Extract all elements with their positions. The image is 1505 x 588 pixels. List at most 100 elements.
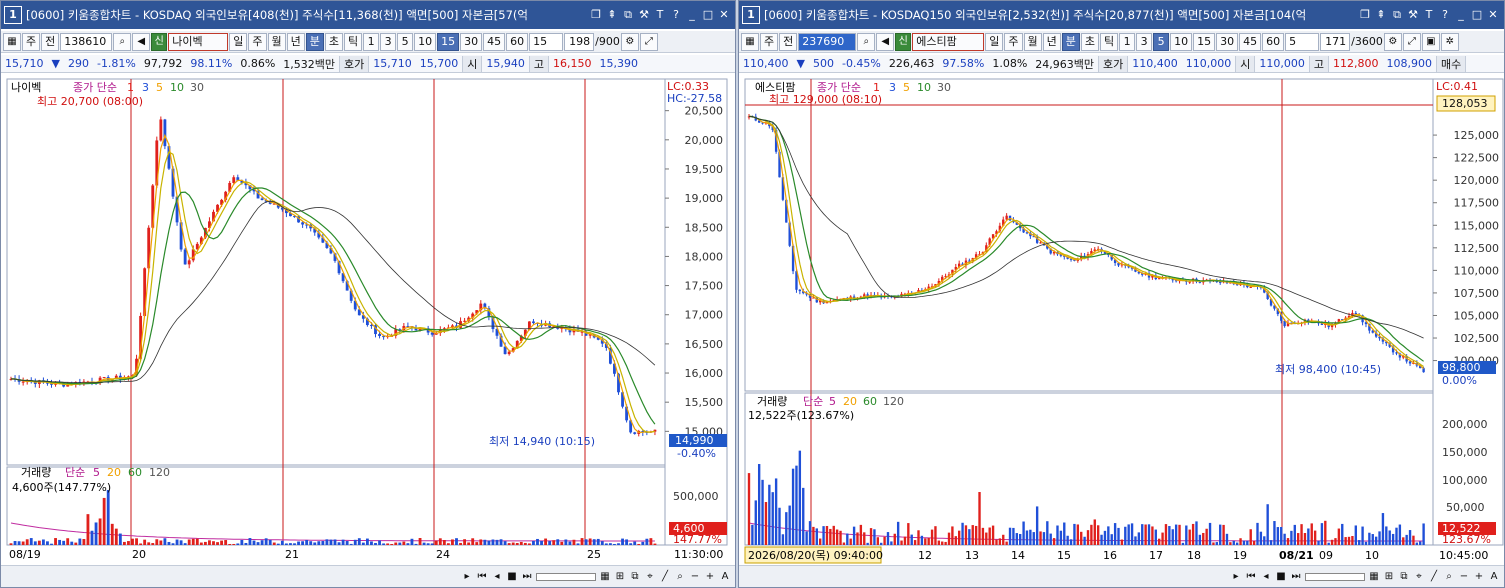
- settings-icon[interactable]: ⚙: [1383, 32, 1402, 51]
- scroll-right-icon[interactable]: ▸: [1230, 571, 1242, 582]
- copy-icon[interactable]: ⧉: [629, 571, 641, 582]
- line-tool-icon[interactable]: ╱: [1428, 571, 1440, 582]
- grid-icon[interactable]: ▦: [1368, 571, 1380, 582]
- gear-icon[interactable]: ✲: [1440, 32, 1459, 51]
- tool-icon[interactable]: ⚒: [637, 8, 651, 22]
- period-tick[interactable]: 틱: [344, 32, 363, 51]
- minimize-icon[interactable]: _: [685, 8, 699, 22]
- prev-button[interactable]: 전: [41, 32, 60, 51]
- maximize-icon[interactable]: □: [701, 8, 715, 22]
- scroll-right-icon[interactable]: ▸: [461, 571, 473, 582]
- pin-icon[interactable]: ⇞: [605, 8, 619, 22]
- prev-icon[interactable]: ◂: [491, 571, 503, 582]
- period-month[interactable]: 월: [267, 32, 286, 51]
- zoom-icon[interactable]: ⤢: [1402, 32, 1421, 51]
- stop-icon[interactable]: ■: [1275, 571, 1287, 582]
- period-tick[interactable]: 틱: [1100, 32, 1119, 51]
- title-bar-right[interactable]: 1 [0600] 키움종합차트 - KOSDAQ150 외국인보유[2,532(…: [739, 1, 1504, 29]
- minus-icon[interactable]: −: [689, 571, 701, 582]
- count-input[interactable]: 198: [564, 32, 595, 51]
- grid-icon[interactable]: ▦: [599, 571, 611, 582]
- interval-30[interactable]: 30: [1216, 32, 1239, 51]
- interval-select[interactable]: 5: [1285, 32, 1320, 51]
- interval-1[interactable]: 1: [1119, 32, 1136, 51]
- search-icon[interactable]: ⌕: [113, 32, 132, 51]
- crosshair-icon[interactable]: ⌖: [644, 571, 656, 582]
- help-icon[interactable]: ?: [1438, 8, 1452, 22]
- period-second[interactable]: 초: [324, 32, 343, 51]
- interval-10[interactable]: 10: [414, 32, 437, 51]
- line-tool-icon[interactable]: ╱: [659, 571, 671, 582]
- prev-button[interactable]: 전: [779, 32, 798, 51]
- interval-5[interactable]: 5: [1153, 32, 1170, 51]
- interval-15[interactable]: 15: [1193, 32, 1216, 51]
- period-day[interactable]: 일: [985, 32, 1004, 51]
- zoom-slider[interactable]: [536, 572, 596, 581]
- interval-30[interactable]: 30: [460, 32, 483, 51]
- stock-name-field[interactable]: 에스티팜: [912, 32, 985, 51]
- menu-icon[interactable]: ▦: [3, 32, 21, 51]
- interval-60[interactable]: 60: [1262, 32, 1285, 51]
- interval-60[interactable]: 60: [506, 32, 529, 51]
- interval-5[interactable]: 5: [397, 32, 414, 51]
- restore-icon[interactable]: ❐: [589, 8, 603, 22]
- interval-3[interactable]: 3: [1136, 32, 1153, 51]
- interval-45[interactable]: 45: [1239, 32, 1262, 51]
- text-icon[interactable]: A: [1488, 571, 1500, 582]
- interval-3[interactable]: 3: [380, 32, 397, 51]
- period-year[interactable]: 년: [1042, 32, 1061, 51]
- interval-select[interactable]: 15: [529, 32, 564, 51]
- split-icon[interactable]: ⊞: [614, 571, 626, 582]
- copy-icon[interactable]: ⧉: [1398, 571, 1410, 582]
- close-icon[interactable]: ✕: [717, 8, 731, 22]
- forward-icon[interactable]: ⏭: [1290, 571, 1302, 582]
- type-dropdown[interactable]: 주: [22, 32, 41, 51]
- font-icon[interactable]: T: [1422, 8, 1436, 22]
- prev-icon[interactable]: ◂: [1260, 571, 1272, 582]
- font-icon[interactable]: T: [653, 8, 667, 22]
- period-day[interactable]: 일: [229, 32, 248, 51]
- stock-code-input[interactable]: 138610: [60, 32, 113, 51]
- period-year[interactable]: 년: [286, 32, 305, 51]
- help-icon[interactable]: ?: [669, 8, 683, 22]
- interval-10[interactable]: 10: [1170, 32, 1193, 51]
- interval-45[interactable]: 45: [483, 32, 506, 51]
- minus-icon[interactable]: −: [1458, 571, 1470, 582]
- plus-icon[interactable]: +: [1473, 571, 1485, 582]
- crosshair-icon[interactable]: ⌖: [1413, 571, 1425, 582]
- close-icon[interactable]: ✕: [1486, 8, 1500, 22]
- price-chart-right[interactable]: 125,000 122,500 120,000 117,500 115,000 112,5…: [739, 75, 1504, 567]
- split-icon[interactable]: ⊞: [1383, 571, 1395, 582]
- zoom-slider[interactable]: [1305, 572, 1365, 581]
- search-icon[interactable]: ⌕: [857, 32, 876, 51]
- settings-icon[interactable]: ⚙: [620, 32, 639, 51]
- pin-icon[interactable]: ⇞: [1374, 8, 1388, 22]
- period-minute[interactable]: 분: [1061, 32, 1080, 51]
- save-icon[interactable]: ▣: [1421, 32, 1440, 51]
- tool-icon[interactable]: ⚒: [1406, 8, 1420, 22]
- rewind-icon[interactable]: ⏮: [476, 571, 488, 582]
- maximize-icon[interactable]: □: [1470, 8, 1484, 22]
- stock-name-field[interactable]: 나이벡: [168, 32, 229, 51]
- speaker-icon[interactable]: ◀: [132, 32, 151, 51]
- link-icon[interactable]: ⧉: [1390, 8, 1404, 22]
- speaker-icon[interactable]: ◀: [876, 32, 895, 51]
- forward-icon[interactable]: ⏭: [521, 571, 533, 582]
- interval-1[interactable]: 1: [363, 32, 380, 51]
- minimize-icon[interactable]: _: [1454, 8, 1468, 22]
- zoom-in-icon[interactable]: ⌕: [674, 571, 686, 582]
- period-week[interactable]: 주: [1004, 32, 1023, 51]
- count-input[interactable]: 171: [1320, 32, 1351, 51]
- restore-icon[interactable]: ❐: [1358, 8, 1372, 22]
- title-bar-left[interactable]: 1 [0600] 키움종합차트 - KOSDAQ 외국인보유[408(천)] 주…: [1, 1, 735, 29]
- price-chart-left[interactable]: 20,500 20,000 19,500 19,000 18,500 18,000 17,5…: [1, 75, 735, 567]
- stock-code-input[interactable]: 237690: [798, 32, 857, 51]
- link-icon[interactable]: ⧉: [621, 8, 635, 22]
- stop-icon[interactable]: ■: [506, 571, 518, 582]
- rewind-icon[interactable]: ⏮: [1245, 571, 1257, 582]
- period-week[interactable]: 주: [248, 32, 267, 51]
- menu-icon[interactable]: ▦: [741, 32, 759, 51]
- plus-icon[interactable]: +: [704, 571, 716, 582]
- zoom-icon[interactable]: ⤢: [639, 32, 658, 51]
- period-month[interactable]: 월: [1023, 32, 1042, 51]
